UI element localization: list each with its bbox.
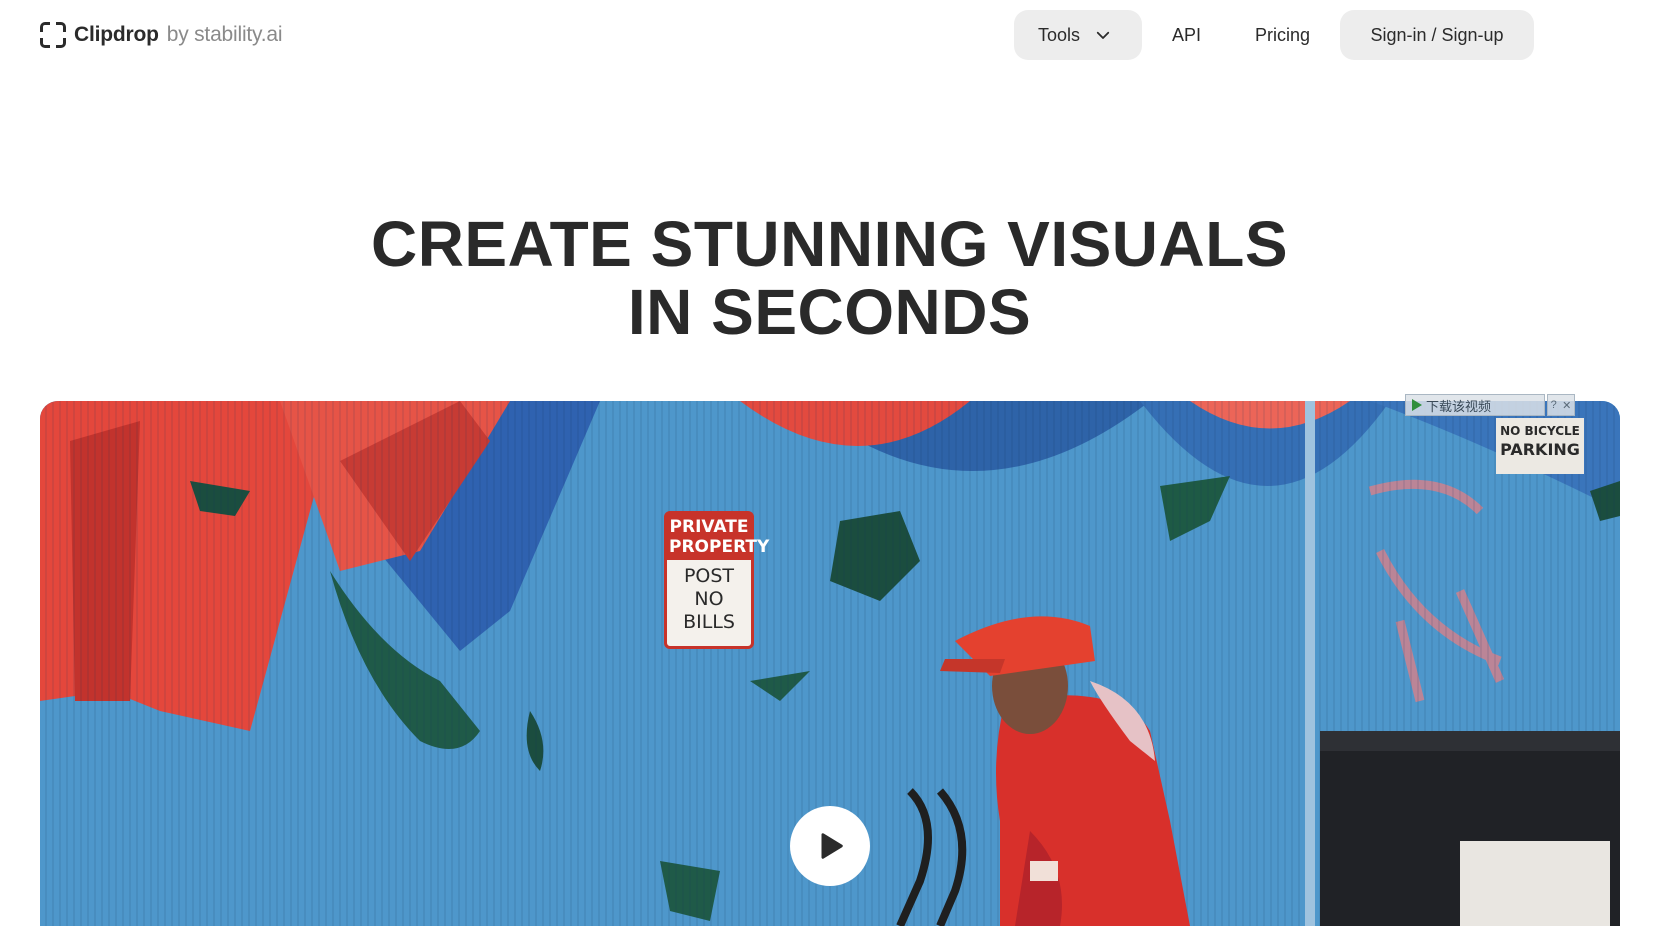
hero-title-line-1: CREATE STUNNING VISUALS bbox=[370, 208, 1289, 280]
tools-dropdown-button[interactable]: Tools bbox=[1013, 10, 1142, 60]
hero-title: CREATE STUNNING VISUALS IN SECONDS bbox=[0, 210, 1659, 346]
sign-text-property: PROPERTY bbox=[669, 537, 770, 557]
pricing-link[interactable]: Pricing bbox=[1231, 10, 1334, 60]
tools-label: Tools bbox=[1037, 24, 1080, 45]
help-icon[interactable]: ? bbox=[1551, 399, 1557, 411]
download-bar-controls: ? ✕ bbox=[1547, 394, 1575, 416]
sign-text-no-bicycle: NO BICYCLE bbox=[1500, 424, 1580, 438]
site-header: Clipdrop by stability.ai Tools API Prici… bbox=[0, 0, 1659, 70]
play-triangle-icon bbox=[1412, 399, 1422, 411]
download-video-label: 下载该视频 bbox=[1426, 398, 1492, 414]
close-icon[interactable]: ✕ bbox=[1562, 399, 1571, 412]
sign-text-private: PRIVATE bbox=[669, 517, 749, 537]
no-bicycle-parking-sign: NO BICYCLE PARKING bbox=[1496, 418, 1584, 474]
play-icon bbox=[821, 833, 843, 859]
hero-title-line-2: IN SECONDS bbox=[627, 276, 1032, 348]
signin-signup-button[interactable]: Sign-in / Sign-up bbox=[1340, 10, 1534, 60]
download-video-bar[interactable]: 下载该视频 bbox=[1405, 394, 1545, 416]
hero-video[interactable]: PRIVATE PROPERTY POST NO BILLS NO BICYCL… bbox=[40, 401, 1620, 926]
sign-text-bills: BILLS bbox=[683, 611, 735, 633]
api-link[interactable]: API bbox=[1148, 10, 1225, 60]
play-button[interactable] bbox=[790, 806, 870, 886]
sign-text-no: NO bbox=[694, 588, 724, 610]
private-property-sign: PRIVATE PROPERTY POST NO BILLS bbox=[664, 511, 770, 649]
logo-name: Clipdrop bbox=[74, 23, 159, 46]
clipdrop-logo-icon bbox=[40, 22, 66, 48]
clipdrop-logo[interactable]: Clipdrop by stability.ai bbox=[40, 20, 283, 50]
main-nav: Tools API Pricing Sign-in / Sign-up bbox=[1013, 10, 1534, 60]
sign-text-post: POST bbox=[683, 565, 735, 587]
chevron-down-icon bbox=[1096, 31, 1110, 39]
sign-text-parking: PARKING bbox=[1500, 440, 1580, 459]
logo-byline: by stability.ai bbox=[166, 23, 283, 46]
